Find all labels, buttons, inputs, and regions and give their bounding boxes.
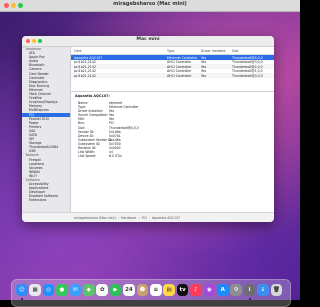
downloads-icon[interactable]: ↓ <box>257 284 269 296</box>
system-information-window: Mac mini ˅ Hardware ATA Apple Pay Audio Blue… <box>22 36 274 222</box>
table-row[interactable]: pci1b21,2142 AHCI Controller Yes Thunderbol… <box>71 73 274 78</box>
system-preferences-icon[interactable]: ⚙ <box>230 284 242 296</box>
split-divider[interactable] <box>71 91 274 92</box>
app-store-icon[interactable]: A <box>217 284 229 296</box>
mail-icon[interactable]: ✉ <box>69 284 82 296</box>
host-window-title: miragebsharso (Mac mini) <box>113 1 187 7</box>
detail-fields: Name: ethernet Type: Ethernet Controller Dri… <box>75 101 270 158</box>
detail-field-value: 8.0 GT/s <box>109 154 122 159</box>
notes-icon[interactable]: ▤ <box>163 284 175 296</box>
breadcrumb-separator: › <box>117 215 119 220</box>
system-information-icon[interactable]: i <box>243 284 256 296</box>
detail-pane: Aquantia AQC107: Name: ethernet Type: Ether… <box>75 94 270 158</box>
table-cell: Thunderbolt@0,0,0 <box>232 73 263 78</box>
photos-icon[interactable]: ✿ <box>96 284 108 296</box>
trash-icon[interactable]: 🗑 <box>270 284 283 296</box>
maps-icon[interactable]: ◆ <box>83 284 95 296</box>
breadcrumb-item[interactable]: Aquantia AQC107 <box>152 216 180 220</box>
finder-icon[interactable]: ☺ <box>16 284 28 296</box>
desktop: Mac mini ˅ Hardware ATA Apple Pay Audio Blue… <box>0 12 300 307</box>
column-header-slot[interactable]: Slot <box>232 49 272 53</box>
contacts-icon[interactable]: ☻ <box>136 284 149 296</box>
table-cell: Yes <box>201 73 207 78</box>
messages-icon[interactable]: ● <box>56 284 68 296</box>
sidebar-item[interactable]: Extensions <box>22 198 70 202</box>
detail-field: Link Speed: 8.0 GT/s <box>75 154 270 158</box>
tv-icon[interactable]: tv <box>176 284 189 296</box>
breadcrumb: miragebsharso (Mac mini) › Hardware › PCI › Aq… <box>74 216 180 220</box>
column-header-type[interactable]: Type <box>167 49 199 53</box>
calendar-icon[interactable]: 24 <box>123 284 135 296</box>
column-header-driver-installed[interactable]: Driver Installed <box>201 49 231 53</box>
music-icon[interactable]: ♪ <box>190 284 202 296</box>
column-header-card[interactable]: Card <box>74 49 154 53</box>
app-window-title: Mac mini <box>136 37 160 42</box>
sidebar: ˅ Hardware ATA Apple Pay Audio Bluetooth Came… <box>22 47 71 212</box>
breadcrumb-item[interactable]: miragebsharso (Mac mini) <box>74 216 116 220</box>
table-header: Card Type Driver Installed Slot <box>71 47 274 55</box>
detail-title: Aquantia AQC107: <box>75 94 110 98</box>
content-area: Card Type Driver Installed Slot Aquantia… <box>71 47 274 212</box>
table-cell: pci1b21,2142 <box>74 73 96 78</box>
breadcrumb-item[interactable]: Hardware <box>121 216 136 220</box>
podcasts-icon[interactable]: ◉ <box>203 284 216 296</box>
dock: ☺ ▦ ◎ ● ✉ ◆ ✿ ▶ 24 ☻ ≡ ▤ tv ♪ ◉ A ⚙ i ↓ 🗑 <box>11 279 291 307</box>
safari-icon[interactable]: ◎ <box>42 284 55 296</box>
app-titlebar: Mac mini <box>22 36 274 47</box>
host-titlebar: miragebsharso (Mac mini) <box>0 0 300 12</box>
breadcrumb-separator: › <box>148 215 151 220</box>
detail-field-label: Link Speed: <box>78 154 97 159</box>
reminders-icon[interactable]: ≡ <box>150 284 162 296</box>
facetime-icon[interactable]: ▶ <box>109 284 122 296</box>
breadcrumb-separator: › <box>138 215 140 220</box>
path-bar: miragebsharso (Mac mini) › Hardware › PCI › Aq… <box>22 212 274 222</box>
table-cell: AHCI Controller <box>167 73 192 78</box>
launchpad-icon[interactable]: ▦ <box>29 284 41 296</box>
breadcrumb-item[interactable]: PCI <box>142 216 147 220</box>
